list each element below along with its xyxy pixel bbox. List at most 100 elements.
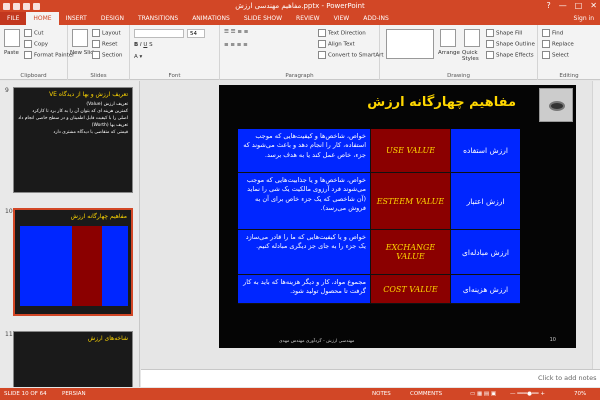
definition-cell[interactable]: خواص، شاخص‌ها و یا جذابیت‌هایی که موجب م…	[238, 173, 371, 229]
replace-icon	[542, 40, 550, 48]
tab-view[interactable]: VIEW	[327, 12, 357, 25]
slide-thumbnails-pane[interactable]: 9 تعریف ارزش و بها از دیدگاه VE تعریف ار…	[0, 81, 140, 387]
font-size-dropdown[interactable]: 54	[187, 29, 205, 38]
text-direction-button[interactable]: Text Direction	[318, 29, 366, 37]
term-cell[interactable]: EXCHANGE VALUE	[371, 230, 451, 274]
font-group: 54 B I U S A ▾ Font	[130, 25, 220, 80]
font-color-button[interactable]: A ▾	[134, 54, 142, 60]
table-row: خواص، شاخص‌ها و یا جذابیت‌هایی که موجب م…	[238, 173, 520, 230]
definition-cell[interactable]: خواص و یا کیفیت‌هایی که ما را قادر می‌سا…	[238, 230, 371, 274]
select-button[interactable]: Select	[542, 51, 569, 59]
tab-home[interactable]: HOME	[26, 12, 59, 25]
term-cell[interactable]: ESTEEM VALUE	[371, 173, 451, 229]
view-buttons[interactable]: ▭ ▦ ▤ ▣	[470, 391, 496, 397]
tab-review[interactable]: REVIEW	[289, 12, 327, 25]
cut-button[interactable]: Cut	[24, 29, 43, 37]
slide-title[interactable]: مفاهیم چهارگانه ارزش	[367, 95, 516, 110]
term-cell[interactable]: COST VALUE	[371, 275, 451, 303]
smartart-label: Convert to SmartArt	[328, 52, 384, 59]
close-button[interactable]: ✕	[590, 1, 597, 10]
thumb-line: تعریف ارزش (Value)	[86, 102, 128, 107]
replace-label: Replace	[552, 41, 574, 48]
slide-thumbnail-10[interactable]: مفاهیم چهارگانه ارزش	[13, 208, 133, 316]
align-text-button[interactable]: Align Text	[318, 40, 355, 48]
zoom-level[interactable]: 70%	[574, 391, 586, 397]
eye-iris	[549, 101, 565, 111]
current-slide[interactable]: مفاهیم چهارگانه ارزش خواص، شاخص‌ها و کیف…	[219, 85, 576, 348]
vertical-scrollbar[interactable]	[592, 81, 600, 369]
arrange-icon	[440, 29, 456, 47]
tab-design[interactable]: DESIGN	[94, 12, 131, 25]
smartart-icon	[318, 51, 326, 59]
shape-outline-button[interactable]: Shape Outline	[486, 40, 535, 48]
reset-button[interactable]: Reset	[92, 40, 117, 48]
zoom-slider[interactable]: — ━━━●━━ +	[510, 391, 545, 397]
notes-placeholder: Click to add notes	[538, 374, 597, 382]
slide-editor: مفاهیم چهارگانه ارزش خواص، شاخص‌ها و کیف…	[141, 81, 600, 387]
label-cell[interactable]: ارزش هزینه‌ای	[451, 275, 520, 303]
tab-insert[interactable]: INSERT	[59, 12, 94, 25]
tab-slide-show[interactable]: SLIDE SHOW	[237, 12, 289, 25]
shapes-gallery[interactable]	[386, 29, 434, 59]
layout-button[interactable]: Layout	[92, 29, 121, 37]
thumb-number: 9	[5, 87, 9, 94]
find-button[interactable]: Find	[542, 29, 563, 37]
minimize-button[interactable]: —	[559, 1, 567, 10]
font-label: Font	[168, 73, 181, 79]
table-row: خواص، شاخص‌ها و کیفیت‌هایی که موجب استفا…	[238, 129, 520, 173]
slide-header: مفاهیم چهارگانه ارزش	[219, 85, 576, 125]
shape-effects-button[interactable]: Shape Effects	[486, 51, 534, 59]
sign-in-link[interactable]: Sign in	[574, 15, 594, 22]
copy-button[interactable]: Copy	[24, 40, 48, 48]
align-buttons[interactable]: ≡ ≡ ≡ ≡	[224, 42, 248, 48]
language-indicator[interactable]: PERSIAN	[62, 391, 86, 397]
ribbon-tabs: FILE HOME INSERT DESIGN TRANSITIONS ANIM…	[0, 12, 600, 25]
replace-button[interactable]: Replace	[542, 40, 574, 48]
font-format-buttons[interactable]: B I U S	[134, 42, 153, 48]
shape-fill-button[interactable]: Shape Fill	[486, 29, 522, 37]
paste-button[interactable]: Paste	[4, 50, 19, 56]
shape-effects-icon	[486, 51, 494, 59]
label-cell[interactable]: ارزش استفاده	[451, 129, 520, 172]
text-direction-label: Text Direction	[328, 30, 366, 37]
tab-transitions[interactable]: TRANSITIONS	[131, 12, 185, 25]
tab-animations[interactable]: ANIMATIONS	[185, 12, 237, 25]
copy-label: Copy	[34, 41, 48, 48]
slide-thumbnail-9[interactable]: تعریف ارزش و بها از دیدگاه VE تعریف ارزش…	[13, 87, 133, 193]
layout-label: Layout	[102, 30, 121, 37]
tab-file[interactable]: FILE	[0, 12, 27, 25]
shape-outline-label: Shape Outline	[496, 41, 535, 48]
value-concepts-table[interactable]: خواص، شاخص‌ها و کیفیت‌هایی که موجب استفا…	[238, 129, 520, 304]
font-name-dropdown[interactable]	[134, 29, 184, 38]
quick-styles-button[interactable]: Quick Styles	[462, 50, 486, 62]
tab-add-ins[interactable]: ADD-INS	[356, 12, 396, 25]
drawing-label: Drawing	[447, 73, 470, 79]
arrange-button[interactable]: Arrange	[438, 50, 460, 56]
label-cell[interactable]: ارزش اعتبار	[451, 173, 520, 229]
cut-label: Cut	[34, 30, 44, 37]
slides-group: New Slide Layout Reset Section Slides	[68, 25, 130, 80]
comments-toggle[interactable]: COMMENTS	[410, 391, 442, 397]
thumb-title: شاخه‌های ارزش	[87, 335, 128, 342]
thumb-line: تعریف بها (Worth)	[91, 123, 128, 128]
notes-pane[interactable]: Click to add notes	[141, 369, 600, 387]
label-cell[interactable]: ارزش مبادله‌ای	[451, 230, 520, 274]
term-cell[interactable]: USE VALUE	[371, 129, 451, 172]
list-buttons[interactable]: ☰ ☰ ≡ ≡	[224, 29, 248, 35]
help-button[interactable]: ?	[546, 1, 550, 10]
window-title: مفاهیم مهندسی ارزش.pptx - PowerPoint	[235, 2, 365, 10]
smartart-button[interactable]: Convert to SmartArt	[318, 51, 384, 59]
definition-cell[interactable]: مجموع مواد، کار و دیگر هزینه‌ها که باید …	[238, 275, 371, 303]
maximize-button[interactable]: □	[575, 1, 583, 10]
slide-thumbnail-11[interactable]: شاخه‌های ارزش	[13, 331, 133, 387]
new-slide-icon	[72, 29, 88, 47]
drawing-group: Arrange Quick Styles Shape Fill Shape Ou…	[380, 25, 538, 80]
align-text-icon	[318, 40, 326, 48]
format-painter-button[interactable]: Format Painter	[24, 51, 74, 59]
definition-cell[interactable]: خواص، شاخص‌ها و کیفیت‌هایی که موجب استفا…	[238, 129, 371, 172]
find-icon	[542, 29, 550, 37]
notes-toggle[interactable]: NOTES	[372, 391, 391, 397]
section-button[interactable]: Section	[92, 51, 122, 59]
eye-picture[interactable]	[539, 88, 573, 122]
thumb-line: کمترین هزینه ای که بتوان آن را به کار بر…	[32, 109, 128, 114]
